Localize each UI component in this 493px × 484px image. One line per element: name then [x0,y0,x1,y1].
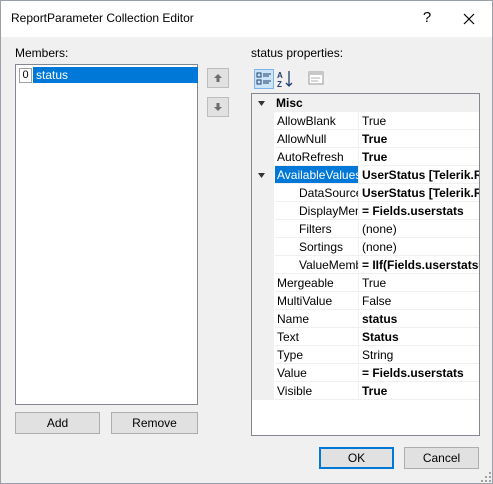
property-row-multivalue[interactable]: MultiValue False [252,292,479,310]
property-value[interactable]: True [358,274,479,292]
property-row-displaymember[interactable]: DisplayMem = Fields.userstats [252,202,479,220]
property-name: Text [275,328,358,346]
property-value[interactable]: status [358,310,479,328]
property-value[interactable]: = IIf(Fields.userstats='A [358,256,479,274]
property-name: AvailableValues [275,166,358,184]
property-row-type[interactable]: Type String [252,346,479,364]
property-name: AutoRefresh [275,148,358,166]
property-name: Name [275,310,358,328]
property-value[interactable]: True [358,112,479,130]
property-name: AllowNull [275,130,358,148]
categorized-button[interactable] [254,69,274,89]
expand-collapse-icon[interactable] [257,171,266,180]
property-row-mergeable[interactable]: Mergeable True [252,274,479,292]
property-row-valuemember[interactable]: ValueMemb = IIf(Fields.userstats='A [252,256,479,274]
property-name: DataSource [275,184,358,202]
property-name: Type [275,346,358,364]
close-icon [463,13,475,25]
property-row-autorefresh[interactable]: AutoRefresh True [252,148,479,166]
property-row-datasource[interactable]: DataSource UserStatus [Telerik.Repo [252,184,479,202]
property-row-filters[interactable]: Filters (none) [252,220,479,238]
alphabetical-button[interactable]: A Z [276,69,296,89]
help-button[interactable]: ? [419,9,435,27]
property-row-visible[interactable]: Visible True [252,382,479,400]
property-row-text[interactable]: Text Status [252,328,479,346]
property-name: AllowBlank [275,112,358,130]
property-value[interactable]: String [358,346,479,364]
property-value[interactable]: True [358,130,479,148]
categorized-icon [256,72,271,85]
svg-text:A: A [277,71,283,80]
property-pages-icon [308,71,324,85]
property-row-allowblank[interactable]: AllowBlank True [252,112,479,130]
property-value[interactable]: UserStatus [Telerik.Repo [358,184,479,202]
property-row-value[interactable]: Value = Fields.userstats [252,364,479,382]
property-value[interactable]: Status [358,328,479,346]
list-item[interactable]: 0 status [17,67,198,83]
property-value[interactable]: (none) [358,238,479,256]
category-label: Misc [276,96,303,110]
property-name: Mergeable [275,274,358,292]
members-label: Members: [15,46,69,60]
property-value[interactable]: = Fields.userstats [358,202,479,220]
property-value[interactable]: UserStatus [Telerik.Repo [358,166,479,184]
member-name: status [33,67,198,83]
property-value[interactable]: False [358,292,479,310]
property-value[interactable]: = Fields.userstats [358,364,479,382]
property-row-name[interactable]: Name status [252,310,479,328]
property-value[interactable]: True [358,382,479,400]
collection-editor-dialog: ReportParameter Collection Editor ? Memb… [0,0,493,484]
property-row-sortings[interactable]: Sortings (none) [252,238,479,256]
title-bar: ReportParameter Collection Editor ? [1,1,492,37]
collapse-icon[interactable] [257,99,266,108]
remove-button[interactable]: Remove [111,412,198,434]
ok-button[interactable]: OK [319,447,394,469]
sort-alphabetical-icon: A Z [277,71,293,89]
properties-label: status properties: [251,46,344,60]
property-name: Sortings [275,238,358,256]
add-button[interactable]: Add [15,412,100,434]
property-row-allownull[interactable]: AllowNull True [252,130,479,148]
property-grid[interactable]: Misc AllowBlank True AllowNull True Auto… [251,93,480,436]
window-title: ReportParameter Collection Editor [11,11,194,25]
resize-grip-icon[interactable] [480,471,492,483]
move-up-button[interactable] [207,68,229,88]
cancel-button[interactable]: Cancel [404,447,479,469]
property-name: DisplayMem [275,202,358,220]
property-row-availablevalues[interactable]: AvailableValues UserStatus [Telerik.Repo [252,166,479,184]
member-index: 0 [19,68,32,83]
arrow-down-icon [214,103,222,111]
members-list[interactable]: 0 status [15,64,198,405]
property-name: ValueMemb [275,256,358,274]
property-name: Value [275,364,358,382]
property-value[interactable]: True [358,148,479,166]
property-name: Filters [275,220,358,238]
close-button[interactable] [459,9,479,29]
move-down-button[interactable] [207,97,229,117]
arrow-up-icon [214,74,222,82]
property-value[interactable]: (none) [358,220,479,238]
svg-text:Z: Z [277,80,282,89]
property-name: Visible [275,382,358,400]
category-misc[interactable]: Misc [252,94,479,112]
property-pages-button[interactable] [307,69,327,89]
property-name: MultiValue [275,292,358,310]
